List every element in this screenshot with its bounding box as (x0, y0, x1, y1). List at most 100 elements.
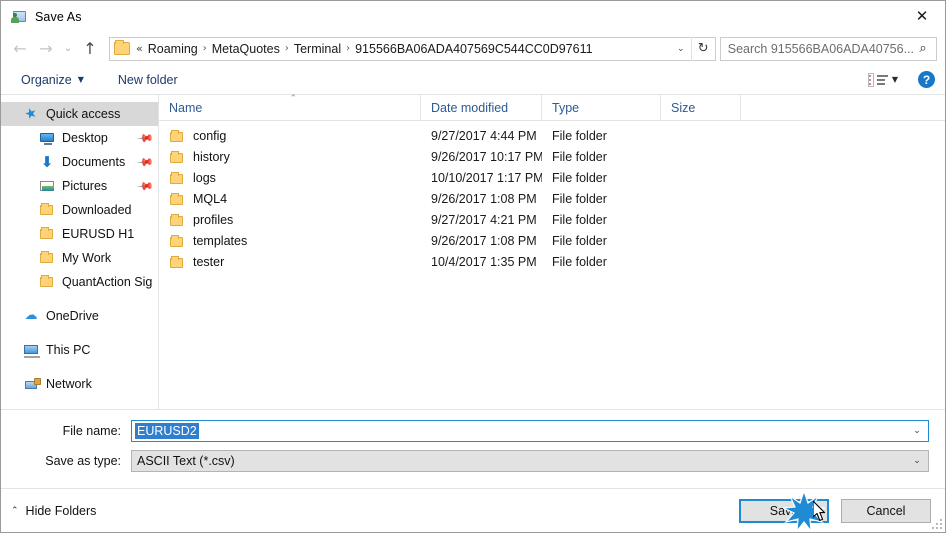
file-name-cell: history (159, 150, 421, 164)
pin-icon[interactable]: 📌 (135, 177, 155, 196)
cancel-button[interactable]: Cancel (841, 498, 931, 523)
file-name-cell: profiles (159, 213, 421, 227)
pin-icon[interactable]: 📌 (135, 153, 155, 172)
file-name: tester (193, 254, 225, 269)
chevron-down-icon[interactable]: ⌄ (908, 421, 926, 441)
breadcrumb-item-metaquotes[interactable]: MetaQuotes (209, 42, 283, 56)
file-type-cell: File folder (552, 128, 607, 143)
sidebar-item-label: Network (46, 377, 92, 391)
table-row[interactable]: MQL4 9/26/2017 1:08 PM File folder (159, 188, 945, 209)
file-name-row: File name: EURUSD2 ⌄ (17, 420, 929, 442)
organize-button[interactable]: Organize ▼ (15, 70, 90, 90)
sidebar-item-network[interactable]: Network (1, 372, 158, 396)
file-name-cell: config (159, 129, 421, 143)
search-box[interactable]: Search 915566BA06ADA40756... ⌕ (719, 36, 937, 61)
navigation-sidebar: ★ Quick access Desktop 📌 ⬇ Documents 📌 P… (1, 95, 159, 409)
folder-icon (114, 40, 130, 55)
table-row[interactable]: config 9/27/2017 4:44 PM File folder (159, 125, 945, 146)
up-icon[interactable]: ↑ (77, 36, 103, 62)
table-row[interactable]: tester 10/4/2017 1:35 PM File folder (159, 251, 945, 272)
column-header-label: Type (552, 100, 580, 115)
folder-icon (169, 129, 185, 143)
column-header-date-modified[interactable]: Date modified (421, 94, 542, 121)
file-type-cell: File folder (552, 233, 607, 248)
sidebar-item-quick-access[interactable]: ★ Quick access (1, 102, 158, 126)
column-header-name[interactable]: ⌃ Name (159, 94, 421, 121)
column-header-label: Size (671, 100, 696, 115)
toolbar: Organize ▼ New folder ▼ ? (1, 65, 945, 95)
help-icon[interactable]: ? (918, 71, 935, 88)
sidebar-item-eurusd-h1[interactable]: EURUSD H1 (1, 222, 158, 246)
folder-icon (39, 226, 55, 242)
file-name: config (193, 128, 227, 143)
file-list-pane: ⌃ Name Date modified Type Size config 9/… (159, 94, 945, 409)
sidebar-item-this-pc[interactable]: This PC (1, 338, 158, 362)
file-type-cell: File folder (552, 212, 607, 227)
sidebar-item-quantaction-signal[interactable]: QuantAction Signal (1, 270, 158, 294)
breadcrumb-item-roaming[interactable]: Roaming (145, 42, 201, 56)
resize-grip[interactable] (930, 517, 942, 529)
hide-folders-button[interactable]: ⌃ Hide Folders (11, 504, 96, 518)
chevron-down-icon: ▼ (77, 75, 84, 84)
table-row[interactable]: logs 10/10/2017 1:17 PM File folder (159, 167, 945, 188)
sidebar-item-pictures[interactable]: Pictures 📌 (1, 174, 158, 198)
sidebar-item-label: EURUSD H1 (62, 227, 135, 241)
save-button[interactable]: Save (739, 498, 829, 523)
search-input[interactable]: Search 915566BA06ADA40756... (728, 42, 914, 56)
refresh-icon[interactable]: ↻ (690, 36, 715, 61)
breadcrumb-item-terminal-id[interactable]: 915566BA06ADA407569C544CC0D97611 (352, 42, 595, 56)
recent-locations-icon[interactable]: ⌄ (59, 36, 77, 62)
navigation-bar: ← → ⌄ ↑ « Roaming › MetaQuotes › Termina… (1, 32, 945, 65)
file-name-cell: MQL4 (159, 192, 421, 206)
new-folder-button[interactable]: New folder (112, 70, 184, 90)
forward-icon[interactable]: → (33, 36, 59, 62)
table-row[interactable]: templates 9/26/2017 1:08 PM File folder (159, 230, 945, 251)
chevron-down-icon[interactable]: ⌄ (908, 451, 926, 471)
sidebar-item-my-work[interactable]: My Work (1, 246, 158, 270)
chevron-down-icon[interactable]: ⌄ (671, 44, 691, 54)
file-name: logs (193, 170, 216, 185)
hide-folders-label: Hide Folders (25, 503, 97, 518)
file-date-cell: 9/27/2017 4:21 PM (431, 212, 537, 227)
close-icon[interactable]: ✕ (899, 1, 945, 31)
table-row[interactable]: history 9/26/2017 10:17 PM File folder (159, 146, 945, 167)
breadcrumb-item-terminal[interactable]: Terminal (291, 42, 344, 56)
column-header-label: Name (169, 100, 203, 115)
pictures-icon (39, 178, 55, 194)
view-mode-icon[interactable] (867, 72, 888, 87)
sidebar-item-label: Pictures (62, 179, 108, 193)
back-icon[interactable]: ← (7, 36, 33, 62)
file-name-input[interactable]: EURUSD2 ⌄ (131, 420, 929, 442)
column-headers: ⌃ Name Date modified Type Size (159, 94, 945, 121)
organize-label: Organize (21, 72, 72, 87)
save-as-type-select[interactable]: ASCII Text (*.csv) ⌄ (131, 450, 929, 472)
sidebar-item-downloaded[interactable]: Downloaded (1, 198, 158, 222)
folder-icon (169, 213, 185, 227)
sidebar-item-label: OneDrive (46, 309, 99, 323)
breadcrumb-overflow-icon[interactable]: « (134, 42, 145, 55)
file-date-cell: 9/26/2017 1:08 PM (431, 233, 537, 248)
save-as-type-label: Save as type: (45, 454, 121, 468)
file-name-cell: logs (159, 171, 421, 185)
address-bar[interactable]: « Roaming › MetaQuotes › Terminal › 9155… (109, 36, 716, 61)
sidebar-item-desktop[interactable]: Desktop 📌 (1, 126, 158, 150)
column-header-size[interactable]: Size (661, 94, 741, 121)
pin-icon[interactable]: 📌 (135, 129, 155, 148)
view-options-chevron-icon[interactable]: ▼ (892, 75, 898, 84)
column-header-type[interactable]: Type (542, 94, 661, 121)
file-date-cell: 10/10/2017 1:17 PM (431, 170, 542, 185)
save-as-app-icon (11, 9, 27, 25)
this-pc-icon (23, 342, 40, 358)
save-as-type-row: Save as type: ASCII Text (*.csv) ⌄ (17, 450, 929, 472)
file-date-cell: 9/26/2017 1:08 PM (431, 191, 537, 206)
dialog-body: ★ Quick access Desktop 📌 ⬇ Documents 📌 P… (1, 94, 945, 410)
table-row[interactable]: profiles 9/27/2017 4:21 PM File folder (159, 209, 945, 230)
window-title: Save As (35, 9, 82, 24)
folder-icon (169, 192, 185, 206)
sidebar-item-documents[interactable]: ⬇ Documents 📌 (1, 150, 158, 174)
title-bar: Save As ✕ (1, 1, 945, 32)
folder-icon (39, 202, 55, 218)
sidebar-item-onedrive[interactable]: ☁ OneDrive (1, 304, 158, 328)
file-name: history (193, 149, 230, 164)
